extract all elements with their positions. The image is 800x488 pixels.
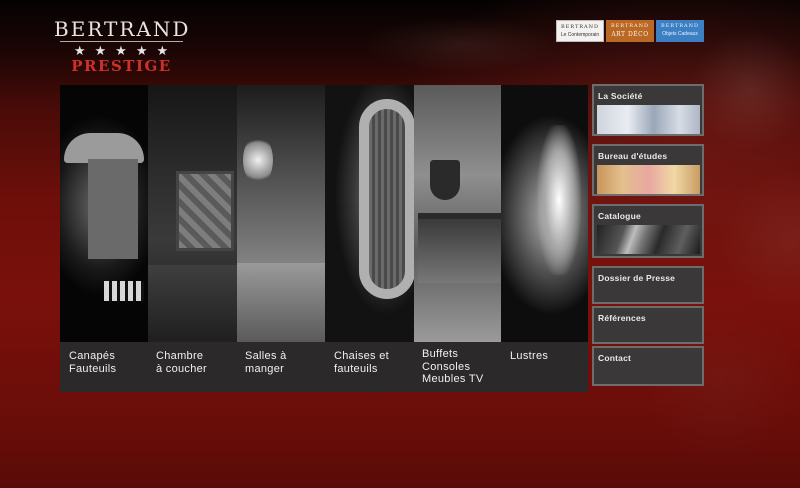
sidebar-item-label: Catalogue [598,211,641,221]
category-label-line: Consoles [422,360,471,373]
brand-links: BERTRAND Le Contemporain BERTRAND ART DÉ… [556,20,704,42]
sidebar-item-la-societe[interactable]: La Société [592,84,704,136]
category-label-line: Canapés [69,350,116,362]
societe-thumbnail [597,105,700,134]
logo-wordmark-bottom: PRESTIGE [71,57,172,75]
bureau-thumbnail [597,165,700,194]
sidebar-item-contact[interactable]: Contact [592,346,704,386]
sidebar-item-label: Bureau d'études [598,151,668,161]
sidebar-item-label: Dossier de Presse [598,273,676,283]
category-label-line: Chaises et [334,350,389,362]
caption-bar [60,342,588,392]
brand-sub: ART DÉCO [611,31,649,38]
headboard-photo [176,171,234,251]
chair-back-photo [359,99,414,299]
sidebar-item-dossier-de-presse[interactable]: Dossier de Presse [592,266,704,304]
brand-link-objets-cadeaux[interactable]: BERTRAND Objets Cadeaux [656,20,704,42]
vase-photo [430,160,460,200]
category-label-line: Fauteuils [69,362,117,375]
category-gallery: Canapés Fauteuils Chambre à coucher Sall… [60,85,588,392]
logo-stars: ★★★★★ [73,43,178,58]
catalogue-thumbnail [597,225,700,254]
category-panel-chambre[interactable] [148,85,237,342]
category-label-line: Buffets [422,348,459,360]
brand-name: BERTRAND [660,23,700,29]
chandelier-photo [243,135,273,185]
category-label-salles-a-manger[interactable]: Salles à manger [245,350,287,375]
category-label-canapes[interactable]: Canapés Fauteuils [69,350,116,375]
sidebar-nav: La Société Bureau d'études Catalogue Dos… [592,84,704,386]
category-label-lustres[interactable]: Lustres [510,350,548,363]
category-panel-canapes[interactable] [60,85,148,342]
category-label-line: manger [245,362,285,375]
sidebar-item-label: Références [598,313,646,323]
category-label-line: Chambre [156,350,204,362]
category-label-chambre[interactable]: Chambre à coucher [156,350,207,375]
category-label-line: Salles à [245,350,287,362]
brand-sub: Le Contemporain [560,32,600,38]
sidebar-item-label: Contact [598,353,632,363]
sidebar-item-references[interactable]: Références [592,306,704,344]
header-ornament [320,0,600,90]
bed-blanket [148,265,237,342]
category-label-buffets[interactable]: Buffets Consoles Meubles TV [422,348,484,386]
brand-link-contemporain[interactable]: BERTRAND Le Contemporain [556,20,604,42]
logo-wordmark-top: BERTRAND [54,17,191,41]
brand-name: BERTRAND [610,23,650,29]
brand-link-art-deco[interactable]: BERTRAND ART DÉCO [606,20,654,42]
category-panel-chaises[interactable] [325,85,414,342]
brand-name: BERTRAND [560,24,600,30]
logo-divider [60,41,183,42]
chandelier-photo [537,125,581,275]
category-panel-buffets[interactable] [414,85,501,342]
console-table [418,213,501,283]
category-panel-lustres[interactable] [501,85,588,342]
bertrand-prestige-logo[interactable]: BERTRAND ★★★★★ PRESTIGE [54,18,189,76]
sidebar-item-bureau-etudes[interactable]: Bureau d'études [592,144,704,196]
category-panel-salles-a-manger[interactable] [237,85,325,342]
category-label-line: Lustres [510,350,549,362]
sidebar-item-label: La Société [598,91,643,101]
category-label-chaises[interactable]: Chaises et fauteuils [334,350,389,375]
category-label-line: Meubles TV [422,373,484,385]
brand-sub: Objets Cadeaux [662,31,698,37]
sofa-body [88,159,138,259]
category-label-line: à coucher [156,362,208,375]
sidebar-item-catalogue[interactable]: Catalogue [592,204,704,258]
category-label-line: fauteuils [334,362,378,375]
sofa-tassels [104,281,144,301]
dining-table [237,263,325,342]
